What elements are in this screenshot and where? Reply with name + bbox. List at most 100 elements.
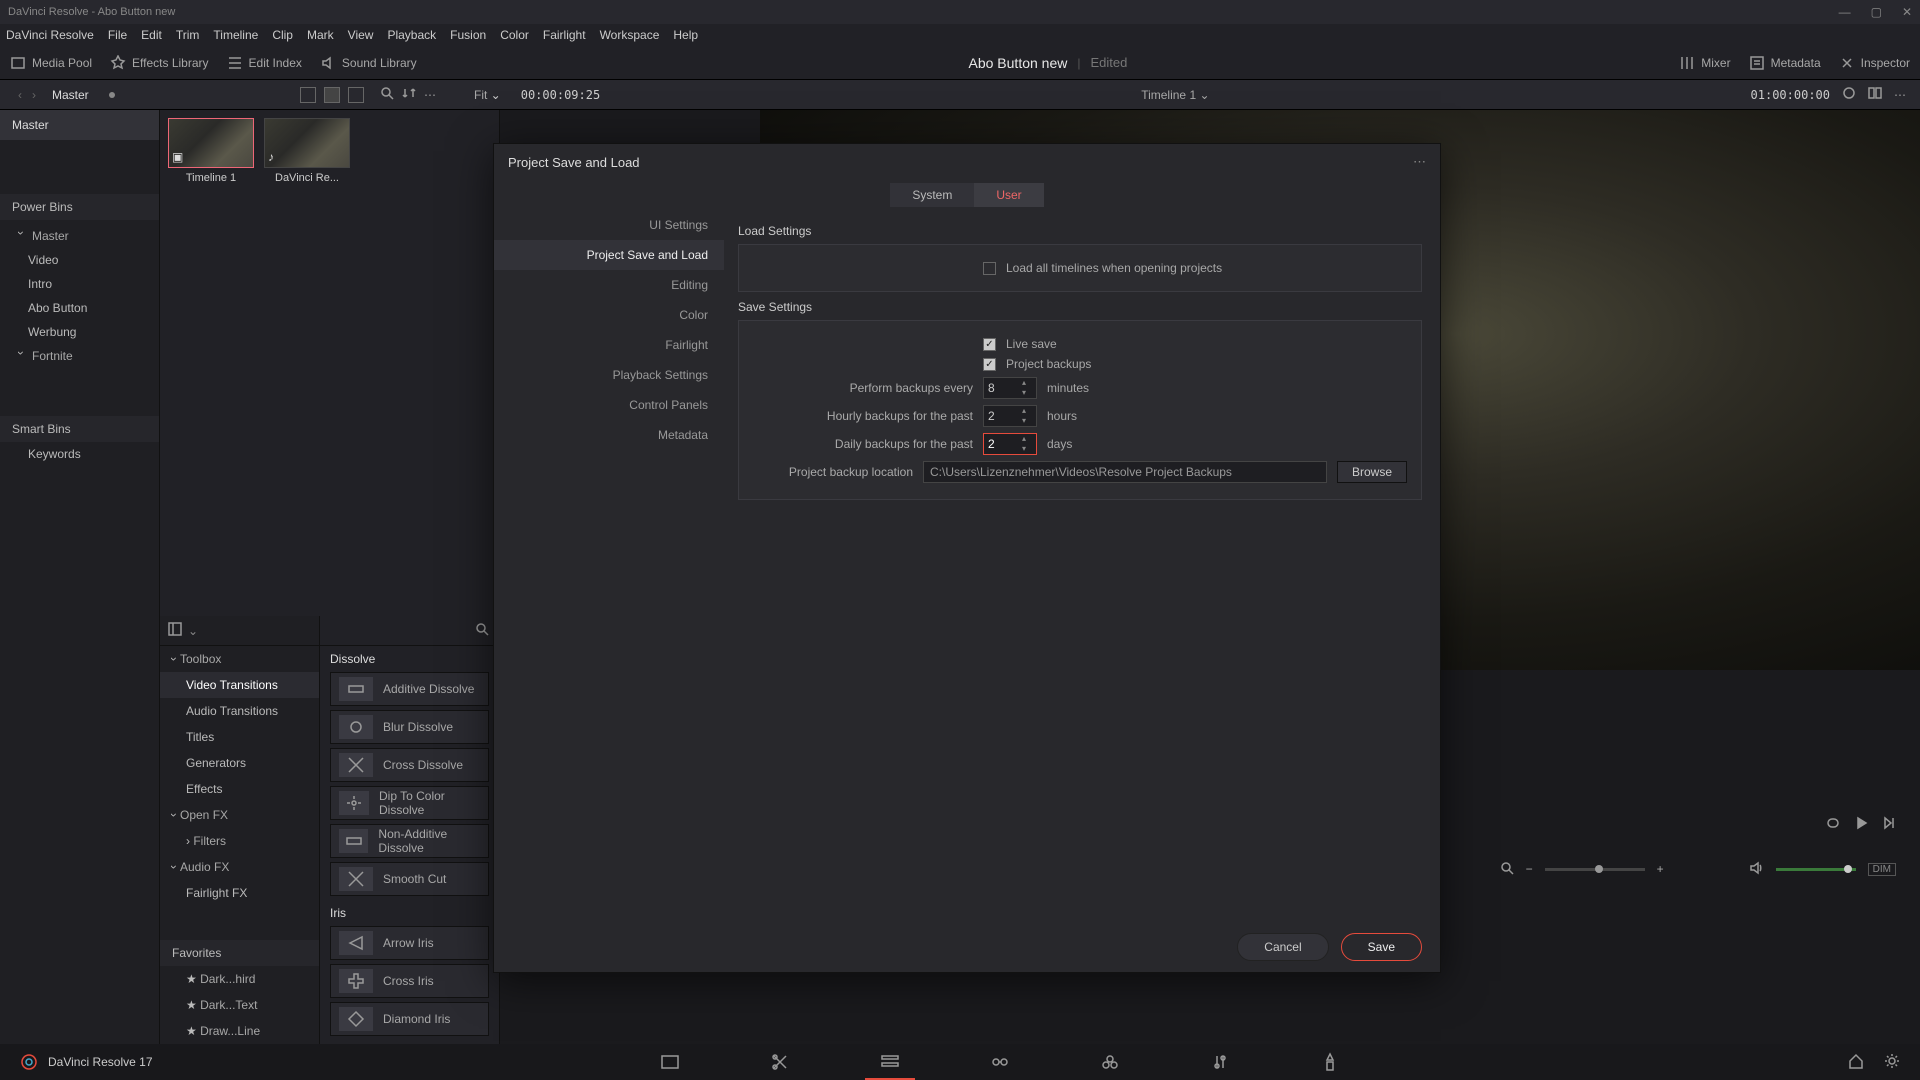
window-minimize-icon[interactable]: — (1839, 5, 1851, 19)
pref-project-save-load[interactable]: Project Save and Load (494, 240, 724, 270)
fx-fairlightfx[interactable]: Fairlight FX (160, 880, 319, 906)
clip-thumb[interactable]: ♪ DaVinci Re... (264, 118, 350, 608)
menu-item[interactable]: View (348, 28, 374, 42)
perform-every-stepper[interactable]: ▴▾ (983, 377, 1037, 399)
mixer-button[interactable]: Mixer (1679, 55, 1730, 71)
tree-item[interactable]: Werbung (0, 320, 159, 344)
dialog-options-icon[interactable]: ⋯ (1413, 154, 1426, 170)
window-maximize-icon[interactable]: ▢ (1871, 5, 1882, 19)
browse-button[interactable]: Browse (1337, 461, 1407, 483)
fx-item[interactable]: Diamond Iris (330, 1002, 489, 1036)
search-icon[interactable] (1500, 861, 1514, 878)
fx-item[interactable]: Non-Additive Dissolve (330, 824, 489, 858)
fx-video-transitions[interactable]: Video Transitions (160, 672, 319, 698)
fx-generators[interactable]: Generators (160, 750, 319, 776)
nav-fwd-icon[interactable]: › (32, 88, 36, 102)
zoom-in-icon[interactable]: + (1657, 862, 1664, 876)
clip-thumb[interactable]: ▣ Timeline 1 (168, 118, 254, 608)
project-backups-checkbox[interactable] (983, 358, 996, 371)
options-icon[interactable]: ⋯ (1894, 88, 1906, 102)
pref-metadata[interactable]: Metadata (494, 420, 724, 450)
metadata-button[interactable]: Metadata (1749, 55, 1821, 71)
timeline-name-dropdown[interactable]: Timeline 1 ⌄ (1141, 88, 1209, 102)
tree-item[interactable]: Intro (0, 272, 159, 296)
tab-color[interactable] (1085, 1044, 1135, 1080)
step-up-icon[interactable]: ▴ (1016, 434, 1032, 444)
pref-playback[interactable]: Playback Settings (494, 360, 724, 390)
live-save-checkbox[interactable] (983, 338, 996, 351)
menu-item[interactable]: Clip (272, 28, 293, 42)
dual-viewer-icon[interactable] (1868, 86, 1882, 103)
daily-stepper[interactable]: ▴▾ (983, 433, 1037, 455)
step-down-icon[interactable]: ▾ (1016, 388, 1032, 398)
menu-item[interactable]: Trim (176, 28, 200, 42)
menu-item[interactable]: Edit (141, 28, 162, 42)
menu-item[interactable]: Playback (387, 28, 436, 42)
window-close-icon[interactable]: ✕ (1902, 5, 1912, 19)
tree-master[interactable]: Master (0, 224, 159, 248)
pref-editing[interactable]: Editing (494, 270, 724, 300)
pref-fairlight[interactable]: Fairlight (494, 330, 724, 360)
hourly-input[interactable] (984, 409, 1016, 423)
search-icon[interactable] (475, 622, 489, 639)
fx-item[interactable]: Blur Dissolve (330, 710, 489, 744)
tab-edit[interactable] (865, 1044, 915, 1080)
fx-titles[interactable]: Titles (160, 724, 319, 750)
pref-ui-settings[interactable]: UI Settings (494, 210, 724, 240)
tab-user[interactable]: User (974, 183, 1043, 207)
fav-item[interactable]: ★ Dark...hird (160, 966, 319, 992)
fx-effects[interactable]: Effects (160, 776, 319, 802)
menu-item[interactable]: Fairlight (543, 28, 586, 42)
step-down-icon[interactable]: ▾ (1016, 416, 1032, 426)
tab-fairlight[interactable] (1195, 1044, 1245, 1080)
options-icon[interactable]: ⋯ (424, 88, 436, 102)
fav-item[interactable]: ★ Draw...Line (160, 1018, 319, 1044)
menu-item[interactable]: Help (673, 28, 698, 42)
effects-library-button[interactable]: Effects Library (110, 55, 208, 71)
tab-fusion[interactable] (975, 1044, 1025, 1080)
tree-item[interactable]: Fortnite (0, 344, 159, 368)
fx-item[interactable]: Dip To Color Dissolve (330, 786, 489, 820)
step-down-icon[interactable]: ▾ (1016, 444, 1032, 454)
fx-toolbox[interactable]: Toolbox (160, 646, 319, 672)
fx-item[interactable]: Additive Dissolve (330, 672, 489, 706)
menu-item[interactable]: Color (500, 28, 529, 42)
fx-item[interactable]: Cross Dissolve (330, 748, 489, 782)
inspector-button[interactable]: Inspector (1839, 55, 1910, 71)
step-up-icon[interactable]: ▴ (1016, 378, 1032, 388)
tree-keywords[interactable]: Keywords (0, 442, 159, 466)
tab-system[interactable]: System (890, 183, 974, 207)
volume-icon[interactable] (1748, 860, 1764, 879)
view-list-icon[interactable] (300, 87, 316, 103)
menu-item[interactable]: Mark (307, 28, 334, 42)
fx-item[interactable]: Smooth Cut (330, 862, 489, 896)
step-up-icon[interactable]: ▴ (1016, 406, 1032, 416)
daily-input[interactable] (984, 437, 1016, 451)
backup-location-field[interactable]: C:\Users\Lizenznehmer\Videos\Resolve Pro… (923, 461, 1327, 483)
fx-sidebar-toggle-icon[interactable] (168, 622, 182, 639)
zoom-fit-dropdown[interactable]: Fit ⌄ (474, 88, 501, 102)
media-pool-button[interactable]: Media Pool (10, 55, 92, 71)
tree-item[interactable]: Video (0, 248, 159, 272)
fx-filters[interactable]: › Filters (160, 828, 319, 854)
nav-back-icon[interactable]: ‹ (18, 88, 22, 102)
load-all-timelines-checkbox[interactable] (983, 262, 996, 275)
next-icon[interactable] (1882, 816, 1896, 833)
hourly-stepper[interactable]: ▴▾ (983, 405, 1037, 427)
cancel-button[interactable]: Cancel (1237, 933, 1328, 961)
dim-button[interactable]: DIM (1868, 863, 1896, 876)
menu-item[interactable]: Timeline (213, 28, 258, 42)
volume-slider[interactable] (1776, 868, 1856, 871)
gear-icon[interactable] (1884, 1053, 1900, 1072)
view-thumb-icon[interactable] (324, 87, 340, 103)
fav-item[interactable]: ★ Dark...Text (160, 992, 319, 1018)
tab-deliver[interactable] (1305, 1044, 1355, 1080)
fx-item[interactable]: Cross Iris (330, 964, 489, 998)
menu-item[interactable]: Workspace (600, 28, 660, 42)
tab-media[interactable] (645, 1044, 695, 1080)
bin-sidebar-head[interactable]: Master (0, 110, 159, 140)
menu-item[interactable]: File (108, 28, 127, 42)
sound-library-button[interactable]: Sound Library (320, 55, 417, 71)
tree-item[interactable]: Abo Button (0, 296, 159, 320)
sort-icon[interactable] (402, 86, 416, 103)
